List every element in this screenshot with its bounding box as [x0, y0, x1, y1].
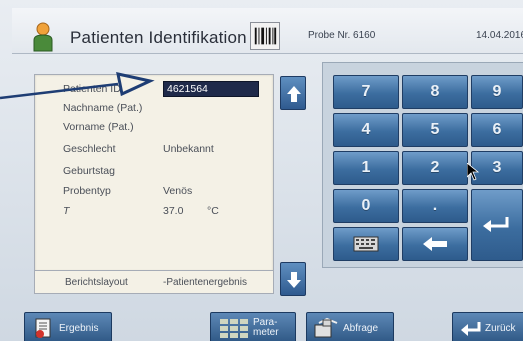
header-bar: Patienten Identifikation Probe Nr. 6160 …	[12, 8, 523, 54]
temperature-unit: °C	[207, 205, 219, 217]
date-display: 14.04.2016	[476, 30, 523, 41]
page-title: Patienten Identifikation	[70, 28, 247, 47]
person-icon	[33, 22, 53, 52]
arrow-down-icon	[287, 272, 301, 288]
report-layout-label: Berichtslayout	[65, 277, 128, 288]
keyboard-button[interactable]	[333, 227, 399, 261]
query-button[interactable]: Abfrage	[306, 312, 394, 341]
back-button-label: Zurück	[485, 322, 516, 334]
arrow-up-icon	[287, 86, 301, 102]
field-label-birthday[interactable]: Geburtstag	[63, 165, 115, 177]
sample-number: Probe Nr. 6160	[308, 30, 376, 41]
query-icon	[314, 317, 338, 338]
field-label-first-name[interactable]: Vorname (Pat.)	[63, 121, 134, 133]
key-decimal[interactable]: .	[402, 189, 468, 223]
key-5[interactable]: 5	[402, 113, 468, 147]
sample-type-value[interactable]: Venös	[163, 185, 192, 197]
key-4[interactable]: 4	[333, 113, 399, 147]
key-1[interactable]: 1	[333, 151, 399, 185]
gender-value[interactable]: Unbekannt	[163, 143, 214, 155]
parameter-grid-icon	[220, 319, 248, 338]
screen: Patienten Identifikation Probe Nr. 6160 …	[0, 0, 523, 341]
field-label-patient-id: Patienten ID	[63, 83, 121, 95]
query-button-label: Abfrage	[343, 322, 379, 334]
parameter-button-label: Para- meter	[253, 317, 279, 338]
result-button[interactable]: Ergebnis	[24, 312, 112, 341]
report-layout-value: -Patientenergebnis	[163, 277, 247, 288]
report-layout-row[interactable]: Berichtslayout -Patientenergebnis	[34, 270, 274, 294]
back-button[interactable]: Zurück	[452, 312, 523, 341]
scroll-down-button[interactable]	[280, 262, 306, 296]
barcode-icon[interactable]	[250, 22, 280, 50]
back-arrow-icon	[461, 322, 481, 336]
patient-info-panel: Patienten ID 4621564 Nachname (Pat.) Vor…	[34, 74, 274, 272]
backspace-icon	[423, 237, 447, 251]
field-label-last-name[interactable]: Nachname (Pat.)	[63, 102, 142, 114]
result-button-label: Ergebnis	[59, 322, 99, 334]
backspace-button[interactable]	[402, 227, 468, 261]
key-2[interactable]: 2	[402, 151, 468, 185]
field-label-sample-type[interactable]: Probentyp	[63, 185, 111, 197]
document-icon	[35, 318, 51, 338]
key-7[interactable]: 7	[333, 75, 399, 109]
field-label-gender[interactable]: Geschlecht	[63, 143, 116, 155]
mouse-cursor-icon	[467, 163, 479, 181]
enter-icon	[483, 217, 509, 232]
key-0[interactable]: 0	[333, 189, 399, 223]
key-6[interactable]: 6	[471, 113, 523, 147]
key-8[interactable]: 8	[402, 75, 468, 109]
temperature-value[interactable]: 37.0	[163, 205, 183, 217]
enter-button[interactable]	[471, 189, 523, 261]
patient-id-input[interactable]: 4621564	[163, 81, 259, 97]
parameter-button[interactable]: Para- meter	[210, 312, 296, 341]
scroll-up-button[interactable]	[280, 76, 306, 110]
field-label-temperature[interactable]: T	[63, 205, 69, 217]
key-9[interactable]: 9	[471, 75, 523, 109]
keyboard-icon	[353, 236, 379, 252]
